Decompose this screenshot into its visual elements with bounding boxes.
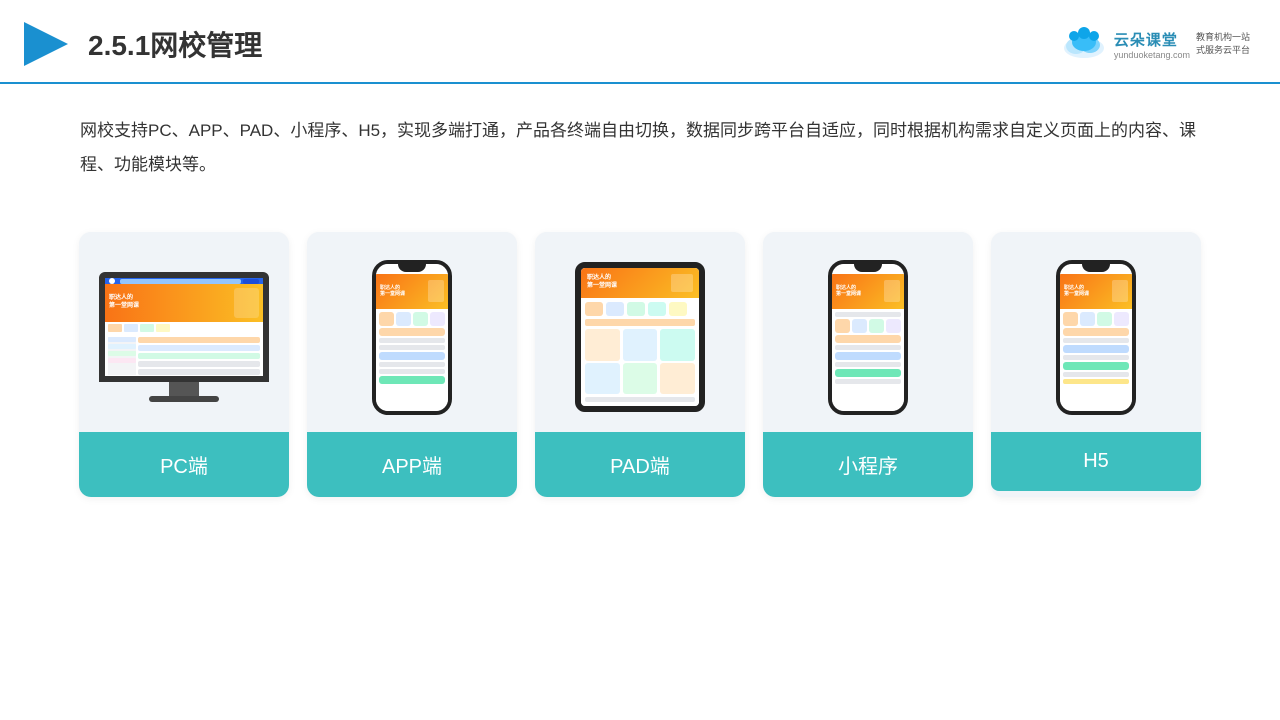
pc-image-area: 职达人的第一堂网课 [79,232,289,432]
h5-phone: 职达人的第一堂网课 [1056,260,1136,415]
miniprogram-label: 小程序 [763,432,973,497]
h5-label: H5 [991,432,1201,491]
brand-name: 云朵课堂 [1114,29,1178,50]
device-cards-container: 职达人的第一堂网课 [0,202,1280,497]
pad-label: PAD端 [535,432,745,497]
h5-image-area: 职达人的第一堂网课 [991,232,1201,432]
logo-icon [20,18,72,70]
brand-slogan: 教育机构一站式服务云平台 [1196,31,1250,56]
miniprogram-phone: 职达人的第一堂网课 [828,260,908,415]
miniprogram-card: 职达人的第一堂网课 [763,232,973,497]
pc-label: PC端 [79,432,289,497]
pad-card: 职达人的第一堂网课 [535,232,745,497]
pc-card: 职达人的第一堂网课 [79,232,289,497]
pad-image-area: 职达人的第一堂网课 [535,232,745,432]
app-phone: 职达人的第一堂网课 [372,260,452,415]
pc-monitor: 职达人的第一堂网课 [99,272,269,402]
h5-card: 职达人的第一堂网课 [991,232,1201,497]
page-header: 2.5.1网校管理 云朵课堂 yunduoketang.com 教育机构一站式服… [0,0,1280,84]
brand-url: yunduoketang.com [1114,50,1190,60]
monitor-stand [169,382,199,396]
monitor-base [149,396,219,402]
app-card: 职达人的第一堂网课 [307,232,517,497]
brand-logo: 云朵课堂 yunduoketang.com 教育机构一站式服务云平台 [1060,26,1250,62]
app-label: APP端 [307,432,517,497]
miniprogram-image-area: 职达人的第一堂网课 [763,232,973,432]
brand-text: 云朵课堂 yunduoketang.com [1114,29,1190,60]
app-image-area: 职达人的第一堂网课 [307,232,517,432]
page-title: 2.5.1网校管理 [88,24,262,64]
cloud-icon [1060,26,1108,62]
monitor-screen: 职达人的第一堂网课 [99,272,269,382]
description-text: 网校支持PC、APP、PAD、小程序、H5，实现多端打通，产品各终端自由切换，数… [0,84,1280,192]
header-left: 2.5.1网校管理 [20,18,262,70]
pad-tablet: 职达人的第一堂网课 [575,262,705,412]
